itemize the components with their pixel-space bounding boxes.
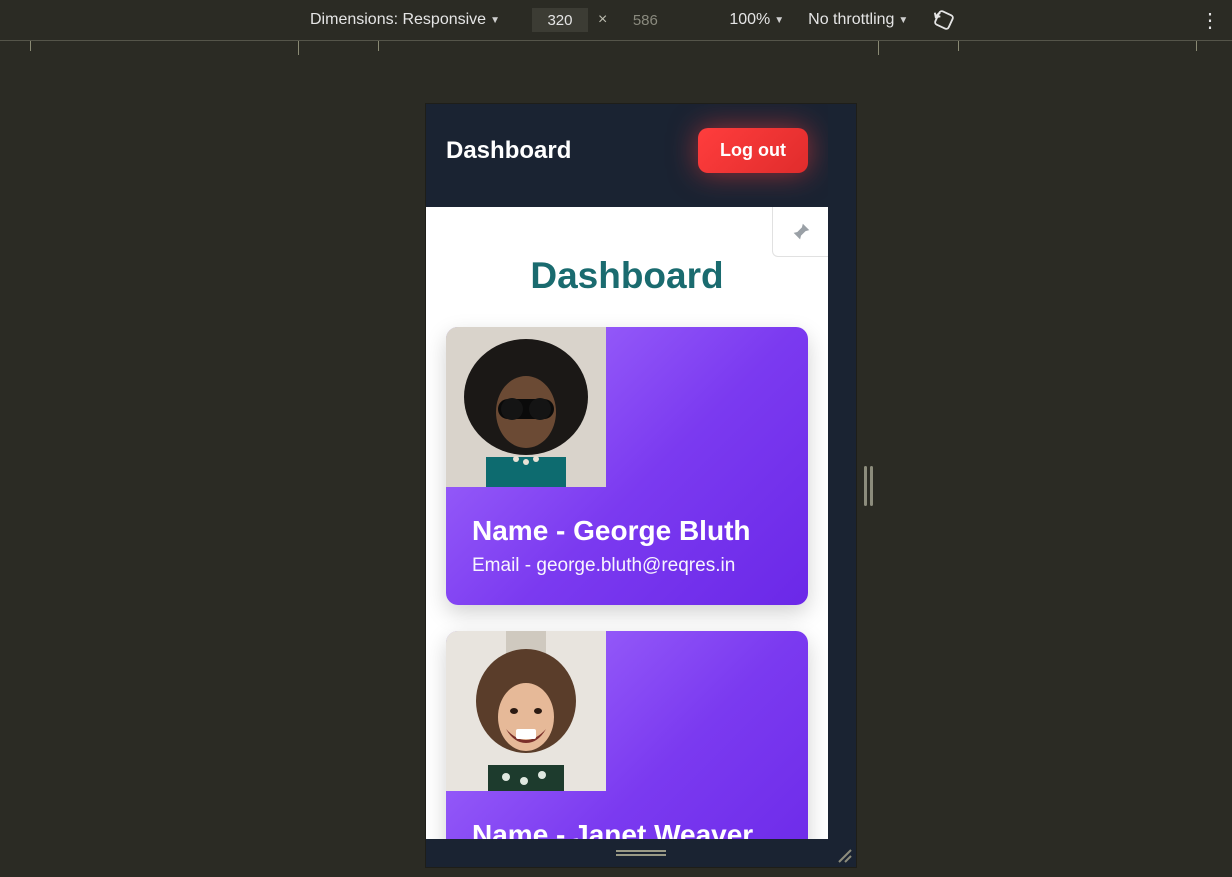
device-stage: Dashboard Log out Dashboard — [0, 68, 1232, 877]
user-email: Email - george.bluth@reqres.in — [446, 555, 808, 577]
name-prefix: Name - — [472, 819, 573, 840]
app-body: Dashboard — [426, 207, 828, 840]
zoom-dropdown[interactable]: 100% ▼ — [721, 0, 792, 40]
user-name: Name - Janet Weaver — [446, 791, 808, 840]
caret-down-icon: ▼ — [774, 15, 784, 26]
resize-handle-corner[interactable] — [836, 847, 852, 863]
page-title: Dashboard — [426, 207, 828, 327]
rotate-icon[interactable] — [930, 6, 958, 34]
logout-button[interactable]: Log out — [698, 128, 808, 173]
resize-handle-right[interactable] — [864, 466, 874, 506]
throttling-label: No throttling — [808, 11, 894, 29]
resize-handle-bottom[interactable] — [616, 850, 666, 856]
caret-down-icon: ▼ — [898, 15, 908, 26]
height-input[interactable] — [617, 8, 673, 32]
name-prefix: Name - — [472, 515, 573, 546]
name-value: George Bluth — [573, 515, 750, 546]
avatar — [446, 327, 606, 487]
pin-icon[interactable] — [772, 207, 828, 257]
devtools-toolbar: Dimensions: Responsive ▼ × 100% ▼ No thr… — [0, 0, 1232, 40]
dimension-separator: × — [588, 11, 617, 29]
zoom-label: 100% — [729, 11, 770, 29]
dimensions-dropdown[interactable]: Dimensions: Responsive ▼ — [302, 0, 508, 40]
user-card: Name - George Bluth Email - george.bluth… — [446, 327, 808, 605]
device-frame: Dashboard Log out Dashboard — [426, 104, 856, 867]
more-options-icon[interactable]: ⋮ — [1198, 0, 1222, 40]
device-bottom-bar — [426, 839, 856, 867]
app-header: Dashboard Log out — [426, 104, 828, 207]
user-name: Name - George Bluth — [446, 487, 808, 555]
dimensions-label: Dimensions: Responsive — [310, 11, 486, 29]
caret-down-icon: ▼ — [490, 15, 500, 26]
throttling-dropdown[interactable]: No throttling ▼ — [800, 0, 916, 40]
width-input[interactable] — [532, 8, 588, 32]
user-card: Name - Janet Weaver Email - janet.weaver… — [446, 631, 808, 840]
avatar — [446, 631, 606, 791]
name-value: Janet Weaver — [573, 819, 753, 840]
header-title: Dashboard — [446, 137, 571, 165]
email-prefix: Email - — [472, 555, 536, 576]
app-viewport[interactable]: Dashboard Log out Dashboard — [426, 104, 828, 840]
ruler — [0, 40, 1232, 68]
email-value: george.bluth@reqres.in — [536, 555, 735, 576]
